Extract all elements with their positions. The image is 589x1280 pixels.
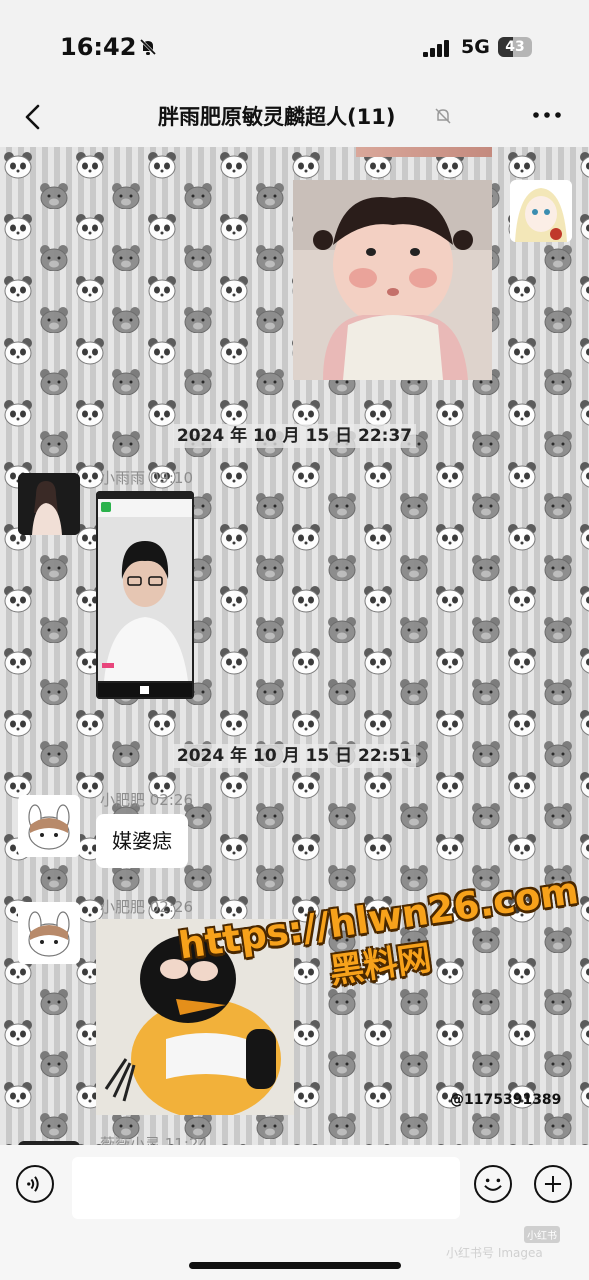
message-input[interactable] [72, 1157, 460, 1219]
image-message-screenshot[interactable] [96, 491, 194, 699]
plus-icon[interactable] [534, 1165, 572, 1203]
user-handle: @1175391389 [450, 1092, 562, 1108]
input-bar: 小红书 小红书号 Imagea [0, 1145, 589, 1280]
avatar-sender-2[interactable] [18, 795, 80, 857]
mute-icon [435, 108, 451, 124]
timestamp-1: 2024 年 10 月 15 日 22:37 [0, 421, 589, 448]
bell-muted-icon [139, 38, 157, 56]
sender-name-4: 薇薇小灵 11:24 [100, 1135, 208, 1145]
chat-header: 胖雨肥原敏灵麟超人(11) [0, 95, 589, 147]
chat-title: 胖雨肥原敏灵麟超人(11) [158, 105, 396, 129]
xhs-badge: 小红书 [524, 1226, 560, 1243]
signal-icon [423, 40, 451, 57]
self-avatar[interactable] [510, 180, 572, 242]
battery-level: 43 [505, 39, 525, 55]
status-time: 16:42 [60, 33, 137, 61]
message-bubble-2[interactable]: 媒婆痣 [96, 814, 188, 868]
chat-message-list[interactable]: 2024 年 10 月 15 日 22:37 小雨雨 09:10 2024 年 [0, 147, 589, 1145]
battery-icon: 43 [498, 37, 532, 57]
sender-name-1: 小雨雨 09:10 [100, 469, 193, 487]
more-options-icon[interactable] [530, 103, 564, 127]
back-icon[interactable] [20, 97, 60, 137]
timestamp-2: 2024 年 10 月 15 日 22:51 [0, 741, 589, 768]
image-message-baby[interactable] [293, 180, 492, 380]
sender-name-3: 小肥肥 02:26 [100, 898, 193, 916]
voice-icon[interactable] [16, 1165, 54, 1203]
emoji-icon[interactable] [474, 1165, 512, 1203]
avatar-sender-1[interactable] [18, 473, 80, 535]
status-bar: 16:42 5G 43 [0, 0, 589, 95]
xhs-user-id: 小红书号 Imagea [446, 1246, 543, 1260]
image-partial-top[interactable] [356, 147, 492, 157]
avatar-sender-3[interactable] [18, 902, 80, 964]
home-indicator[interactable] [189, 1262, 401, 1269]
sender-name-2: 小肥肥 02:26 [100, 791, 193, 809]
network-type: 5G [461, 36, 490, 58]
